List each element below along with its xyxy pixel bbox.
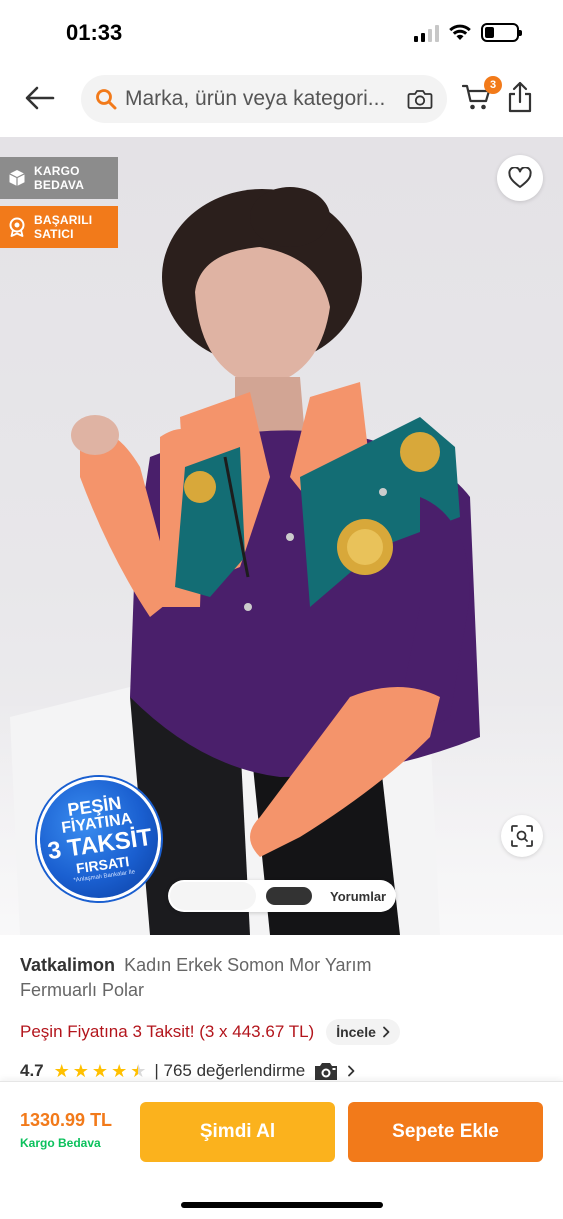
camera-icon [313, 1061, 339, 1081]
gallery-toggle-photos[interactable] [170, 882, 256, 910]
award-icon [9, 217, 25, 237]
badge-satici-line2: SATICI [34, 227, 74, 241]
status-icons [414, 23, 522, 42]
cellular-signal-icon [414, 24, 439, 42]
badge-kargo-line2: BEDAVA [34, 178, 85, 192]
favorite-button[interactable] [497, 155, 543, 201]
share-button[interactable] [506, 80, 536, 116]
status-time: 01:33 [66, 20, 123, 45]
rating-score: 4.7 [20, 1061, 44, 1080]
chevron-right-icon [383, 1026, 390, 1038]
badge-kargo-line1: KARGO [34, 164, 80, 178]
incele-label: İncele [336, 1024, 376, 1040]
star-icon: ★ [91, 1061, 109, 1081]
star-icon: ★ [130, 1061, 147, 1081]
badge-satici-line1: BAŞARILI [34, 213, 93, 227]
search-icon [96, 89, 117, 110]
shipping-label: Kargo Bedava [20, 1136, 101, 1150]
wifi-icon [449, 24, 471, 40]
rating-row[interactable]: 4.7 ★ ★ ★ ★ ★ | 765 değerlendirme [20, 1059, 355, 1083]
back-arrow-icon [25, 86, 55, 110]
installment-text: Peşin Fiyatına 3 Taksit! (3 x 443.67 TL) [20, 1022, 315, 1041]
product-price: 1330.99 TL [20, 1110, 113, 1130]
price-block: 1330.99 TL Kargo Bedava [20, 1110, 112, 1150]
home-indicator[interactable] [181, 1202, 383, 1208]
gallery-toggle-indicator [266, 887, 312, 905]
star-icon: ★ [53, 1061, 70, 1081]
successful-seller-badge: BAŞARILI SATICI [0, 206, 118, 248]
free-shipping-badge: KARGO BEDAVA [0, 157, 118, 199]
rating-chevron-icon [348, 1065, 355, 1077]
product-title: Vatkalimon Kadın Erkek Somon Mor Yarım F… [20, 953, 440, 1003]
gallery-toggle-reviews[interactable]: Yorumlar [330, 889, 386, 904]
product-image-gallery[interactable]: KARGO BEDAVA BAŞARILI SATICI PEŞİN FİYAT… [0, 137, 563, 935]
search-placeholder: Marka, ürün veya kategori... [125, 87, 386, 110]
box-icon [9, 170, 25, 186]
gallery-toggle[interactable]: Yorumlar [168, 880, 396, 912]
back-button[interactable] [22, 80, 58, 116]
buy-now-button[interactable]: Şimdi Al [140, 1102, 335, 1162]
review-count: | 765 değerlendirme [154, 1061, 306, 1080]
product-brand[interactable]: Vatkalimon [20, 955, 115, 975]
rating-stars: ★ ★ ★ ★ ★ [54, 1062, 147, 1080]
search-input[interactable]: Marka, ürün veya kategori... [81, 75, 447, 123]
add-to-cart-button[interactable]: Sepete Ekle [348, 1102, 543, 1162]
visual-search-button[interactable] [501, 815, 543, 857]
cart-count-badge: 3 [484, 76, 502, 94]
share-icon [508, 81, 532, 113]
top-navbar: Marka, ürün veya kategori... 3 [0, 66, 563, 134]
heart-icon [508, 167, 532, 188]
incele-button[interactable]: İncele [326, 1019, 400, 1045]
star-icon: ★ [111, 1061, 128, 1081]
status-bar: 01:33 [0, 0, 563, 66]
scan-search-icon [511, 825, 533, 847]
installment-row: Peşin Fiyatına 3 Taksit! (3 x 443.67 TL)… [20, 1019, 400, 1045]
star-icon: ★ [72, 1061, 89, 1081]
cart-button[interactable]: 3 [461, 76, 502, 116]
camera-search-icon[interactable] [407, 88, 433, 110]
bottom-action-bar: 1330.99 TL Kargo Bedava Şimdi Al Sepete … [0, 1081, 563, 1219]
battery-icon [481, 23, 522, 42]
